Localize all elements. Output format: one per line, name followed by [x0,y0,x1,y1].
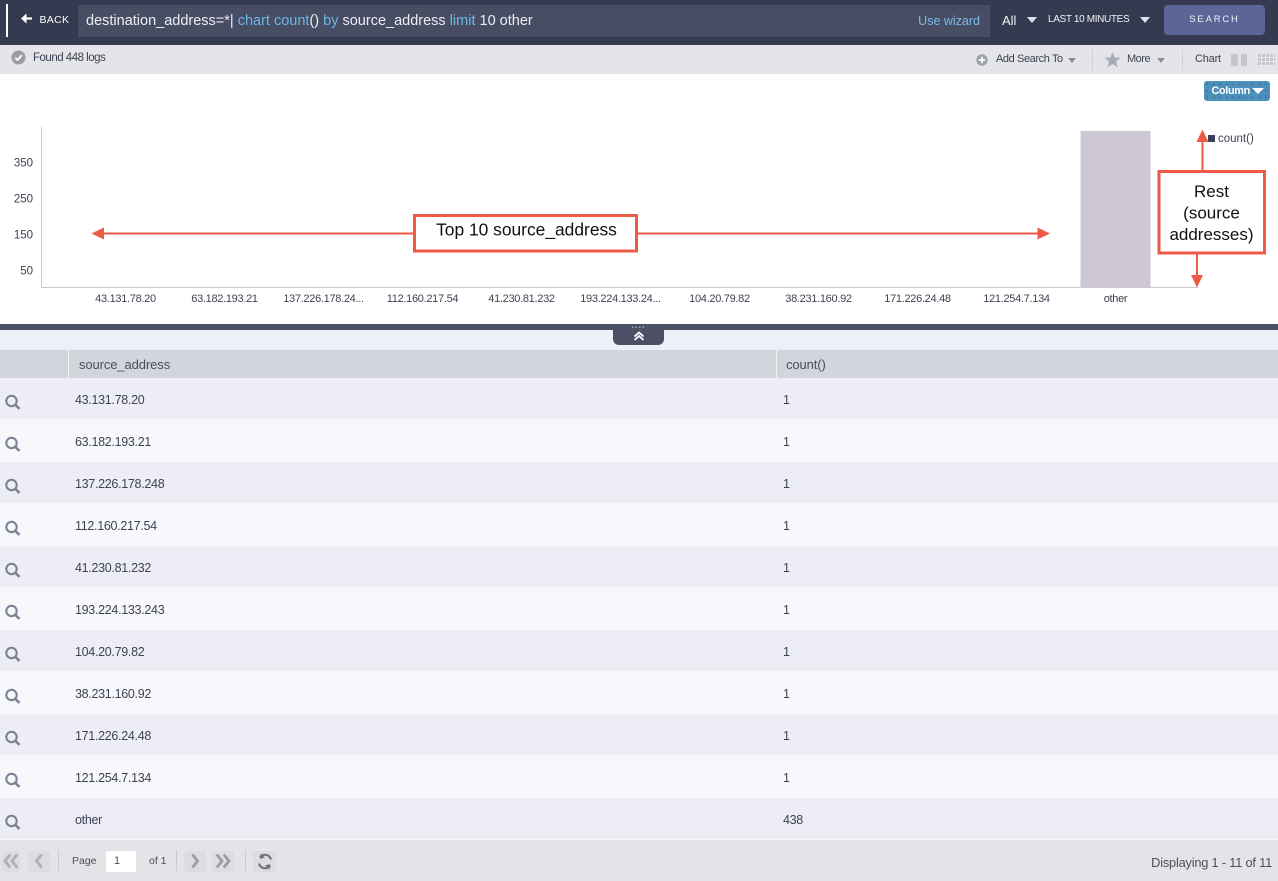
svg-text:104.20.79.82: 104.20.79.82 [689,293,750,305]
svg-text:250: 250 [14,194,33,206]
svg-text:121.254.7.134: 121.254.7.134 [983,293,1050,305]
svg-text:50: 50 [20,266,33,278]
svg-text:41.230.81.232: 41.230.81.232 [488,293,555,305]
svg-text:137.226.178.24...: 137.226.178.24... [283,293,364,305]
svg-text:63.182.193.21: 63.182.193.21 [191,293,258,305]
svg-text:150: 150 [14,230,33,242]
svg-text:count(): count() [1218,133,1254,145]
svg-text:171.226.24.48: 171.226.24.48 [884,293,951,305]
svg-text:350: 350 [14,158,33,170]
svg-text:112.160.217.54: 112.160.217.54 [387,293,459,305]
svg-text:38.231.160.92: 38.231.160.92 [785,293,852,305]
svg-text:other: other [1104,293,1128,305]
svg-text:Top 10 source_address: Top 10 source_address [436,220,617,240]
svg-text:193.224.133.24...: 193.224.133.24... [580,293,661,305]
svg-text:addresses): addresses) [1169,225,1253,244]
svg-text:Rest: Rest [1194,182,1229,201]
svg-text:43.131.78.20: 43.131.78.20 [95,293,156,305]
svg-text:(source: (source [1183,204,1240,223]
